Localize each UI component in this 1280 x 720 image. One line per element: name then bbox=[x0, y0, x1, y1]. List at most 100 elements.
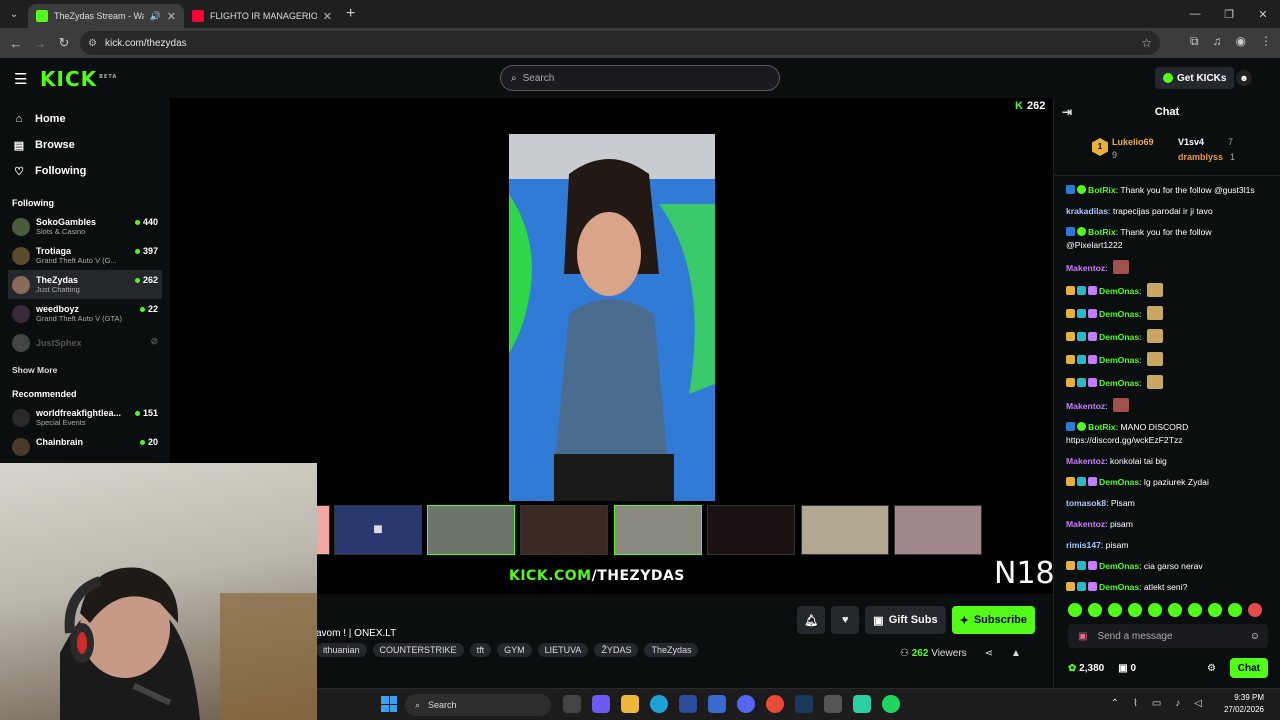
emote-icon[interactable] bbox=[1068, 603, 1082, 617]
sidebar-channel-chainbrain[interactable]: Chainbrain 20 bbox=[0, 432, 170, 461]
leader-name[interactable]: V1sv4 bbox=[1178, 137, 1204, 147]
chat-send-button[interactable]: Chat bbox=[1229, 658, 1268, 678]
tray-overflow-icon[interactable]: ⌃ bbox=[1111, 698, 1119, 709]
url-bar[interactable]: ⚙ kick.com/thezydas ☆ bbox=[80, 31, 1160, 55]
chat-username[interactable]: DemOnas bbox=[1099, 355, 1139, 365]
chat-username[interactable]: DemOnas bbox=[1099, 332, 1139, 342]
participant-thumbnail[interactable] bbox=[894, 505, 982, 555]
spotify-icon[interactable] bbox=[882, 695, 900, 713]
app-tray-icon[interactable]: ▭ bbox=[1152, 698, 1161, 709]
chat-settings-icon[interactable]: ⚙ bbox=[1207, 663, 1216, 674]
browser-tab[interactable]: FLIGHTO IR MANAGERIO PIRM ✕ bbox=[184, 4, 340, 28]
menu-icon[interactable]: ⋮ bbox=[1260, 34, 1272, 49]
network-icon[interactable]: ⌇ bbox=[1133, 698, 1138, 709]
discord-icon[interactable] bbox=[737, 695, 755, 713]
tag[interactable]: TheZydas bbox=[644, 643, 699, 657]
nav-home[interactable]: ⌂ Home bbox=[0, 106, 170, 132]
chat-username[interactable]: BotRix bbox=[1088, 227, 1116, 237]
tag[interactable]: COUNTERSTRIKE bbox=[372, 643, 464, 657]
tag[interactable]: tft bbox=[469, 643, 492, 657]
emoji-picker-icon[interactable]: ☺ bbox=[1250, 631, 1260, 642]
site-info-icon[interactable]: ⚙ bbox=[88, 38, 97, 49]
taskbar-search[interactable]: ⌕ Search bbox=[405, 694, 551, 716]
chat-message-input[interactable]: ▣ Send a message ☺ bbox=[1068, 624, 1268, 648]
close-tab-icon[interactable]: ✕ bbox=[167, 10, 176, 23]
participant-thumbnail[interactable] bbox=[520, 505, 608, 555]
edge-icon[interactable] bbox=[650, 695, 668, 713]
chat-username[interactable]: DemOnas bbox=[1099, 378, 1139, 388]
leader-name[interactable]: Lukelio69 bbox=[1112, 137, 1154, 147]
tag[interactable]: GYM bbox=[497, 643, 532, 657]
sidebar-channel-sokogambles[interactable]: SokoGambles Slots & Casino 440 bbox=[0, 212, 170, 241]
points-display[interactable]: ✿ 2,380 bbox=[1068, 663, 1104, 674]
chat-username[interactable]: Makentoz bbox=[1066, 401, 1105, 411]
gift-subs-button[interactable]: ▣ Gift Subs bbox=[865, 606, 946, 634]
chat-username[interactable]: tomasok8 bbox=[1066, 498, 1106, 508]
sidebar-channel-justsphex[interactable]: JustSphex ⊘ bbox=[0, 328, 170, 357]
report-icon[interactable]: ▲ bbox=[1011, 648, 1021, 659]
chrome-icon[interactable] bbox=[766, 695, 784, 713]
notification-bell-button[interactable]: 🔔︎ bbox=[797, 606, 826, 634]
participant-thumbnail[interactable]: ■ bbox=[334, 505, 422, 555]
reload-icon[interactable]: ↻ bbox=[52, 35, 76, 51]
copilot-icon[interactable] bbox=[592, 695, 610, 713]
leader-name[interactable]: dramblyss bbox=[1178, 152, 1223, 162]
extensions-icon[interactable]: ⧉ bbox=[1190, 34, 1199, 49]
volume-icon[interactable]: ◁ bbox=[1194, 698, 1202, 709]
app-icon[interactable] bbox=[853, 695, 871, 713]
file-explorer-icon[interactable] bbox=[621, 695, 639, 713]
collapse-chat-icon[interactable]: ⇥ bbox=[1062, 105, 1072, 119]
gift-icon[interactable]: ▣ bbox=[1078, 631, 1087, 642]
store-icon[interactable] bbox=[679, 695, 697, 713]
hamburger-menu-icon[interactable]: ☰ bbox=[14, 70, 27, 88]
kick-logo[interactable]: KICK BETA bbox=[40, 67, 117, 91]
sidebar-channel-trotiaga[interactable]: Trotiaga Grand Theft Auto V (G... 397 bbox=[0, 241, 170, 270]
chat-username[interactable]: rimis147 bbox=[1066, 540, 1101, 550]
get-kicks-button[interactable]: Get KICKs bbox=[1155, 67, 1235, 89]
user-avatar-icon[interactable]: ☻ bbox=[1236, 70, 1252, 86]
tag[interactable]: ithuanian bbox=[316, 643, 367, 657]
forward-icon[interactable]: → bbox=[28, 36, 52, 51]
subscribe-button[interactable]: ✦ Subscribe bbox=[951, 606, 1035, 634]
close-window-icon[interactable]: ✕ bbox=[1246, 0, 1280, 28]
back-icon[interactable]: ← bbox=[4, 36, 28, 51]
new-tab-icon[interactable]: + bbox=[346, 5, 355, 23]
start-windows-icon[interactable] bbox=[381, 696, 397, 712]
chat-username[interactable]: krakadilas bbox=[1066, 206, 1108, 216]
emote-icon[interactable] bbox=[1188, 603, 1202, 617]
browser-tab-active[interactable]: TheZydas Stream - Watch L 🔊 ✕ bbox=[28, 4, 184, 28]
participant-thumbnail[interactable] bbox=[316, 505, 330, 555]
chat-username[interactable]: Makentoz bbox=[1066, 263, 1105, 273]
share-icon[interactable]: ⋖ bbox=[985, 648, 993, 659]
tab-search-dropdown-icon[interactable]: ⌄ bbox=[0, 0, 28, 28]
restore-icon[interactable]: ❐ bbox=[1212, 0, 1246, 28]
close-tab-icon[interactable]: ✕ bbox=[323, 10, 332, 23]
chat-username[interactable]: DemOnas bbox=[1099, 477, 1139, 487]
emote-icon[interactable] bbox=[1148, 603, 1162, 617]
participant-thumbnail[interactable] bbox=[801, 505, 889, 555]
participant-thumbnail[interactable] bbox=[614, 505, 702, 555]
app-icon[interactable] bbox=[824, 695, 842, 713]
mic-icon[interactable]: ♪ bbox=[1175, 698, 1180, 709]
chat-username[interactable]: DemOnas bbox=[1099, 582, 1139, 592]
task-view-icon[interactable] bbox=[563, 695, 581, 713]
chat-username[interactable]: DemOnas bbox=[1099, 286, 1139, 296]
emote-icon[interactable] bbox=[1088, 603, 1102, 617]
participant-thumbnail[interactable] bbox=[427, 505, 515, 555]
media-icon[interactable]: ♫ bbox=[1213, 34, 1222, 49]
taskbar-clock[interactable]: 9:39 PM 27/02/2026 bbox=[1224, 692, 1264, 716]
profile-icon[interactable]: ◉ bbox=[1236, 34, 1246, 49]
emote-icon[interactable] bbox=[1248, 603, 1262, 617]
minimize-icon[interactable]: — bbox=[1178, 0, 1212, 28]
sidebar-channel-worldfreakfightleague[interactable]: worldfreakfightlea... Special Events 151 bbox=[0, 403, 170, 432]
steam-icon[interactable] bbox=[795, 695, 813, 713]
participant-thumbnail[interactable] bbox=[707, 505, 795, 555]
sidebar-channel-thezydas[interactable]: TheZydas Just Chatting 262 bbox=[8, 270, 162, 299]
chat-username[interactable]: Makentoz bbox=[1066, 456, 1105, 466]
emote-icon[interactable] bbox=[1108, 603, 1122, 617]
nav-following[interactable]: ♡ Following bbox=[0, 158, 170, 184]
nav-browse[interactable]: ▤ Browse bbox=[0, 132, 170, 158]
emote-icon[interactable] bbox=[1168, 603, 1182, 617]
chat-username[interactable]: Makentoz bbox=[1066, 519, 1105, 529]
bookmark-star-icon[interactable]: ☆ bbox=[1141, 36, 1152, 50]
